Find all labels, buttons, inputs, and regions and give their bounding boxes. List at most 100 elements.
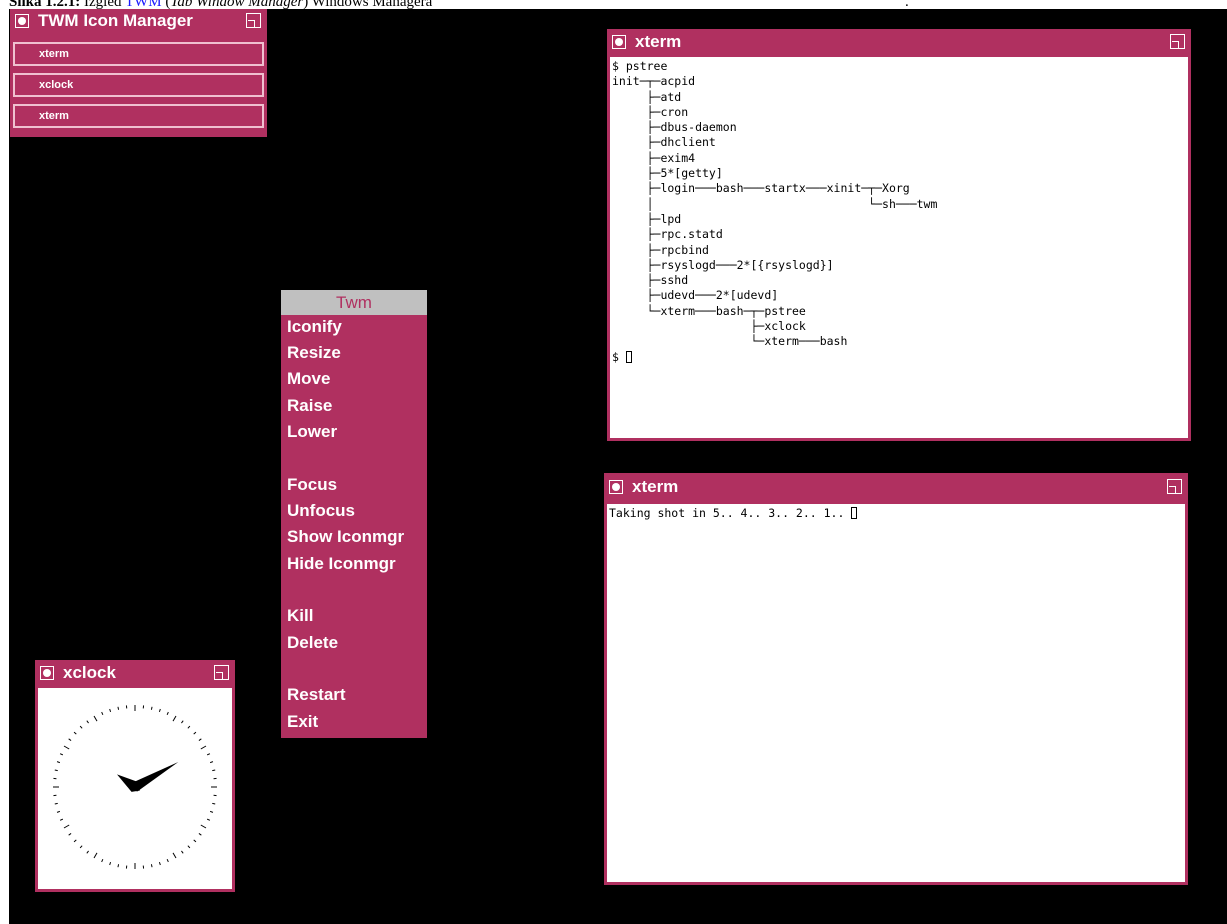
clock-tick (109, 861, 112, 866)
clock-tick (209, 761, 214, 764)
terminal-line: └─xterm───bash─┬─pstree (646, 303, 806, 318)
clock-tick (93, 715, 98, 722)
terminal-line: ├─lpd (646, 211, 682, 226)
terminal-prompt: $ (612, 349, 626, 364)
clock-tick (79, 725, 83, 729)
icon-manager-item-label: xterm (39, 48, 69, 60)
menu-item-hide-iconmgr[interactable]: Hide Iconmgr (287, 553, 396, 575)
clock-tick (73, 839, 77, 843)
terminal-line: ├─rpc.statd (646, 227, 723, 242)
page-caption: Slika 1.2.1: Izgled TWM (Tab Window Mana… (9, 0, 1227, 9)
xterm-titlebar[interactable]: xterm (604, 473, 1188, 501)
clock-tick (63, 745, 70, 750)
clock-tick (63, 824, 70, 829)
menu-item-iconify[interactable]: Iconify (287, 316, 342, 338)
caption-text: Izgled (84, 0, 122, 9)
icon-manager-item-label: xclock (39, 79, 74, 91)
iconify-button-icon[interactable] (612, 35, 626, 49)
menu-item-unfocus[interactable]: Unfocus (287, 500, 355, 522)
menu-item-kill[interactable]: Kill (287, 605, 313, 627)
clock-tick (59, 753, 64, 756)
icon-manager-item-xterm[interactable]: xterm (13, 42, 264, 66)
icon-manager-titlebar[interactable]: TWM Icon Manager (10, 9, 267, 33)
window-title: xclock (63, 663, 116, 682)
menu-item-exit[interactable]: Exit (287, 711, 318, 733)
clock-tick (54, 802, 58, 805)
terminal-line: ├─udevd───2*[udevd] (646, 288, 779, 303)
resize-button-icon[interactable] (246, 13, 261, 28)
menu-item-restart[interactable]: Restart (287, 684, 346, 706)
clock-tick (187, 725, 191, 729)
window-title: xterm (635, 32, 682, 51)
caption-prefix: Slika 1.2.1: (9, 0, 81, 9)
twm-root-menu: Twm Iconify Resize Move Raise Lower Focu… (281, 290, 427, 738)
menu-item-resize[interactable]: Resize (287, 342, 341, 364)
terminal-line: init─┬─acpid (612, 74, 696, 89)
xclock-titlebar[interactable]: xclock (35, 660, 235, 686)
icon-manager-list: xterm xclock xterm (10, 35, 267, 137)
resize-button-icon[interactable] (1170, 34, 1185, 49)
icon-manager-window: TWM Icon Manager xterm xclock xterm (10, 9, 267, 137)
terminal-area[interactable]: $ pstree init─┬─acpid ├─atd ├─cron ├─dbu… (610, 57, 1188, 438)
icon-manager-item-xclock[interactable]: xclock (13, 73, 264, 97)
caption-italic: Tab Window Manager (170, 0, 304, 9)
clock-tick (73, 731, 77, 735)
clock-tick (198, 738, 202, 741)
terminal-line: ├─atd (646, 89, 682, 104)
clock-tick (56, 761, 61, 764)
clock-tick (206, 818, 211, 821)
clock-tick (101, 711, 104, 716)
terminal-line: └─xterm───bash (750, 334, 848, 349)
caption-link-twm[interactable]: TWM (125, 0, 162, 9)
clock-tick (68, 833, 72, 836)
terminal-line: ├─5*[getty] (646, 166, 723, 181)
clock-tick (79, 845, 83, 849)
terminal-line: ├─cron (646, 104, 689, 119)
terminal-line: ├─sshd (646, 273, 689, 288)
clock-tick (181, 850, 184, 854)
terminal-output: $ pstree init─┬─acpid ├─atd ├─cron ├─dbu… (610, 57, 1188, 367)
desktop[interactable]: TWM Icon Manager xterm xclock xterm xter… (9, 9, 1227, 924)
iconify-button-icon[interactable] (15, 14, 29, 28)
terminal-line: ├─dhclient (646, 135, 716, 150)
resize-button-icon[interactable] (1167, 479, 1182, 494)
clock-tick (109, 708, 112, 713)
xterm-titlebar[interactable]: xterm (607, 29, 1191, 55)
clock-tick (212, 802, 216, 805)
resize-button-icon[interactable] (214, 665, 229, 680)
clock-face-area (38, 688, 232, 889)
clock-tick (198, 833, 202, 836)
icon-manager-item-label: xterm (39, 110, 69, 122)
clock-tick (166, 858, 169, 863)
clock-tick (212, 769, 216, 772)
menu-item-delete[interactable]: Delete (287, 632, 338, 654)
xclock-window: xclock (35, 660, 235, 892)
terminal-line: ├─rpcbind (646, 242, 709, 257)
iconify-button-icon[interactable] (609, 480, 623, 494)
terminal-line: │ └─sh───twm (646, 196, 938, 211)
clock-tick (172, 715, 177, 722)
terminal-line: ├─exim4 (646, 150, 696, 165)
caption-text-end: ) Windows Managera (303, 0, 433, 9)
clock-tick (200, 824, 207, 829)
caption-trailing: . (905, 0, 909, 9)
menu-item-lower[interactable]: Lower (287, 421, 337, 443)
text-cursor (851, 507, 858, 519)
clock-tick (59, 818, 64, 821)
clock-tick (68, 738, 72, 741)
clock-minute-hand (129, 762, 179, 792)
xterm-window-bottom: xterm Taking shot in 5.. 4.. 3.. 2.. 1.. (604, 473, 1188, 885)
menu-item-raise[interactable]: Raise (287, 395, 332, 417)
iconify-button-icon[interactable] (40, 666, 54, 680)
terminal-area[interactable]: Taking shot in 5.. 4.. 3.. 2.. 1.. (607, 504, 1185, 882)
clock-tick (166, 711, 169, 716)
menu-item-focus[interactable]: Focus (287, 474, 337, 496)
icon-manager-item-xterm[interactable]: xterm (13, 104, 264, 128)
clock-tick (193, 839, 197, 843)
menu-item-show-iconmgr[interactable]: Show Iconmgr (287, 526, 404, 548)
clock-tick (200, 745, 207, 750)
clock-tick (158, 861, 161, 866)
clock-tick (117, 864, 120, 868)
menu-title: Twm (281, 290, 427, 315)
menu-item-move[interactable]: Move (287, 368, 330, 390)
